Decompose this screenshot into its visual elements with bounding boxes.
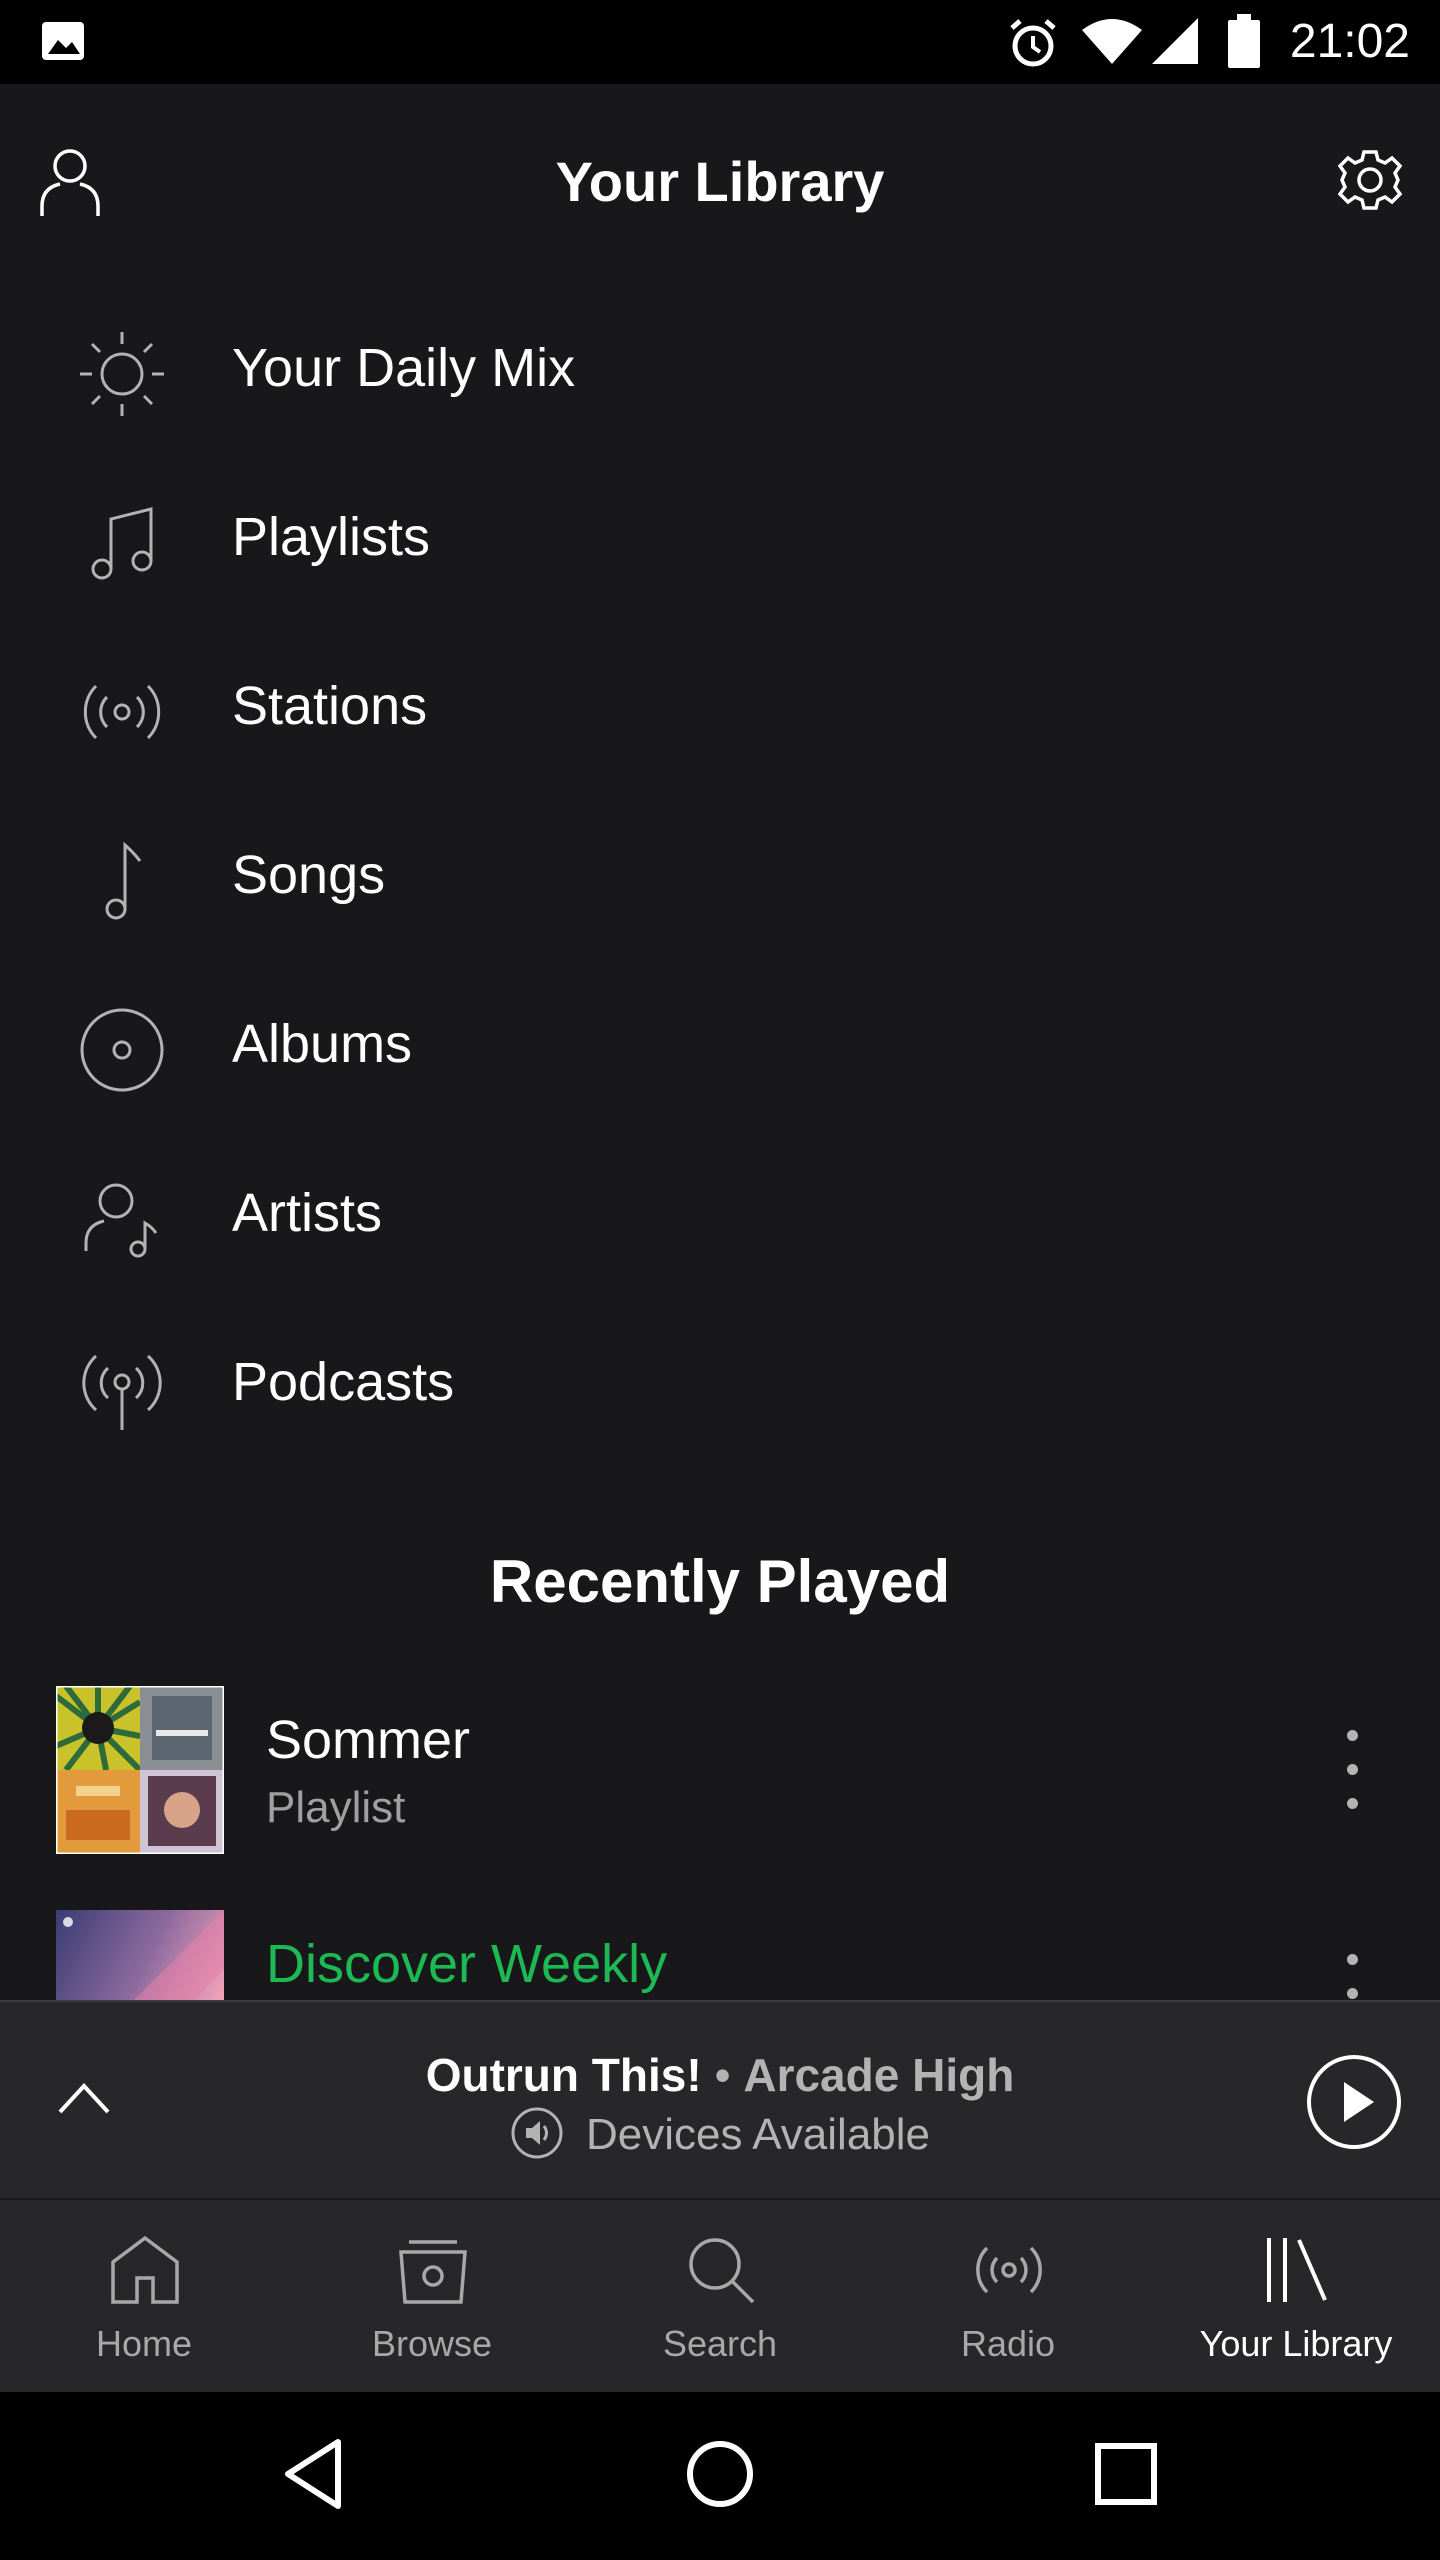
back-icon[interactable] bbox=[276, 2434, 356, 2514]
devices-available[interactable]: Devices Available bbox=[0, 2107, 1440, 2162]
gear-icon[interactable] bbox=[1336, 146, 1404, 214]
artist-icon bbox=[84, 1183, 158, 1258]
library-item-playlists[interactable]: Playlists bbox=[0, 453, 1440, 622]
library-item-daily-mix[interactable]: Your Daily Mix bbox=[0, 284, 1440, 453]
home-icon bbox=[111, 2235, 179, 2304]
page-title: Your Library bbox=[555, 150, 885, 213]
gallery-icon bbox=[42, 22, 84, 60]
library-item-songs[interactable]: Songs bbox=[0, 791, 1440, 960]
library-item-label: Your Daily Mix bbox=[232, 338, 576, 398]
status-bar: 21:02 bbox=[0, 0, 1440, 84]
music-notes-icon bbox=[91, 507, 153, 580]
tab-label: Search bbox=[662, 2323, 778, 2364]
search-icon bbox=[689, 2238, 755, 2304]
sun-icon bbox=[80, 332, 164, 416]
more-options-icon[interactable] bbox=[1340, 1730, 1364, 1810]
library-nav-list: Your Daily Mix Playlists Stations Songs … bbox=[0, 284, 1440, 1467]
album-icon bbox=[80, 1008, 164, 1092]
recently-played-heading: Recently Played bbox=[489, 1548, 951, 1615]
tab-radio[interactable]: Radio bbox=[864, 2200, 1152, 2394]
play-icon[interactable] bbox=[1304, 2052, 1404, 2152]
tab-browse[interactable]: Browse bbox=[288, 2200, 576, 2394]
recent-item-title: Discover Weekly bbox=[266, 1934, 668, 1994]
recent-item-discover-weekly[interactable]: Discover Weekly bbox=[0, 1910, 1440, 2000]
library-icon bbox=[1267, 2238, 1327, 2302]
browse-icon bbox=[399, 2240, 467, 2304]
now-playing-info: Outrun This! • Arcade High bbox=[0, 2048, 1440, 2102]
library-item-artists[interactable]: Artists bbox=[0, 1129, 1440, 1298]
library-item-podcasts[interactable]: Podcasts bbox=[0, 1298, 1440, 1467]
library-item-label: Podcasts bbox=[232, 1352, 455, 1412]
library-item-label: Stations bbox=[232, 676, 428, 736]
alarm-icon bbox=[1010, 19, 1056, 67]
library-item-albums[interactable]: Albums bbox=[0, 960, 1440, 1129]
app-header: Your Library bbox=[0, 84, 1440, 284]
tab-label: Your Library bbox=[1199, 2323, 1393, 2364]
recent-item-title: Sommer bbox=[266, 1710, 471, 1770]
system-nav-bar bbox=[0, 2392, 1440, 2560]
library-content: Your Daily Mix Playlists Stations Songs … bbox=[0, 284, 1440, 2000]
signal-icon bbox=[1152, 18, 1198, 64]
tab-search[interactable]: Search bbox=[576, 2200, 864, 2394]
now-playing-artist: Arcade High bbox=[743, 2049, 1015, 2101]
now-playing-bar[interactable]: Outrun This! • Arcade High Devices Avail… bbox=[0, 2000, 1440, 2200]
battery-icon bbox=[1228, 14, 1260, 68]
library-item-label: Albums bbox=[232, 1014, 413, 1074]
now-playing-track: Outrun This! bbox=[425, 2049, 702, 2101]
library-item-label: Playlists bbox=[232, 507, 431, 567]
recents-icon[interactable] bbox=[1086, 2434, 1166, 2514]
tab-home[interactable]: Home bbox=[0, 2200, 288, 2394]
tab-label: Browse bbox=[371, 2323, 493, 2364]
home-circle-icon[interactable] bbox=[680, 2434, 760, 2514]
podcast-icon bbox=[82, 1354, 162, 1430]
library-item-label: Songs bbox=[232, 845, 386, 905]
music-note-icon bbox=[105, 841, 142, 920]
tab-your-library[interactable]: Your Library bbox=[1152, 2200, 1440, 2394]
recent-item-subtitle: Playlist bbox=[266, 1783, 406, 1832]
playlist-cover bbox=[56, 1910, 224, 2000]
devices-label: Devices Available bbox=[585, 2110, 931, 2159]
more-options-icon[interactable] bbox=[1340, 1954, 1364, 2000]
playlist-cover bbox=[56, 1686, 224, 1854]
radio-icon bbox=[976, 2246, 1042, 2294]
library-item-label: Artists bbox=[232, 1183, 383, 1243]
wifi-icon bbox=[1082, 19, 1142, 64]
library-item-stations[interactable]: Stations bbox=[0, 622, 1440, 791]
bottom-tab-bar: Home Browse Search Radio Your Library bbox=[0, 2198, 1440, 2394]
status-time: 21:02 bbox=[1289, 15, 1410, 68]
devices-speaker-icon bbox=[511, 2107, 563, 2159]
tab-label: Radio bbox=[960, 2323, 1056, 2364]
recent-item-sommer[interactable]: Sommer Playlist bbox=[0, 1686, 1440, 1856]
tab-label: Home bbox=[95, 2323, 193, 2364]
cover-art-image bbox=[56, 1686, 224, 1854]
radio-icon bbox=[83, 684, 161, 740]
now-playing-separator: • bbox=[701, 2049, 744, 2101]
cover-art-image bbox=[56, 1910, 224, 2000]
